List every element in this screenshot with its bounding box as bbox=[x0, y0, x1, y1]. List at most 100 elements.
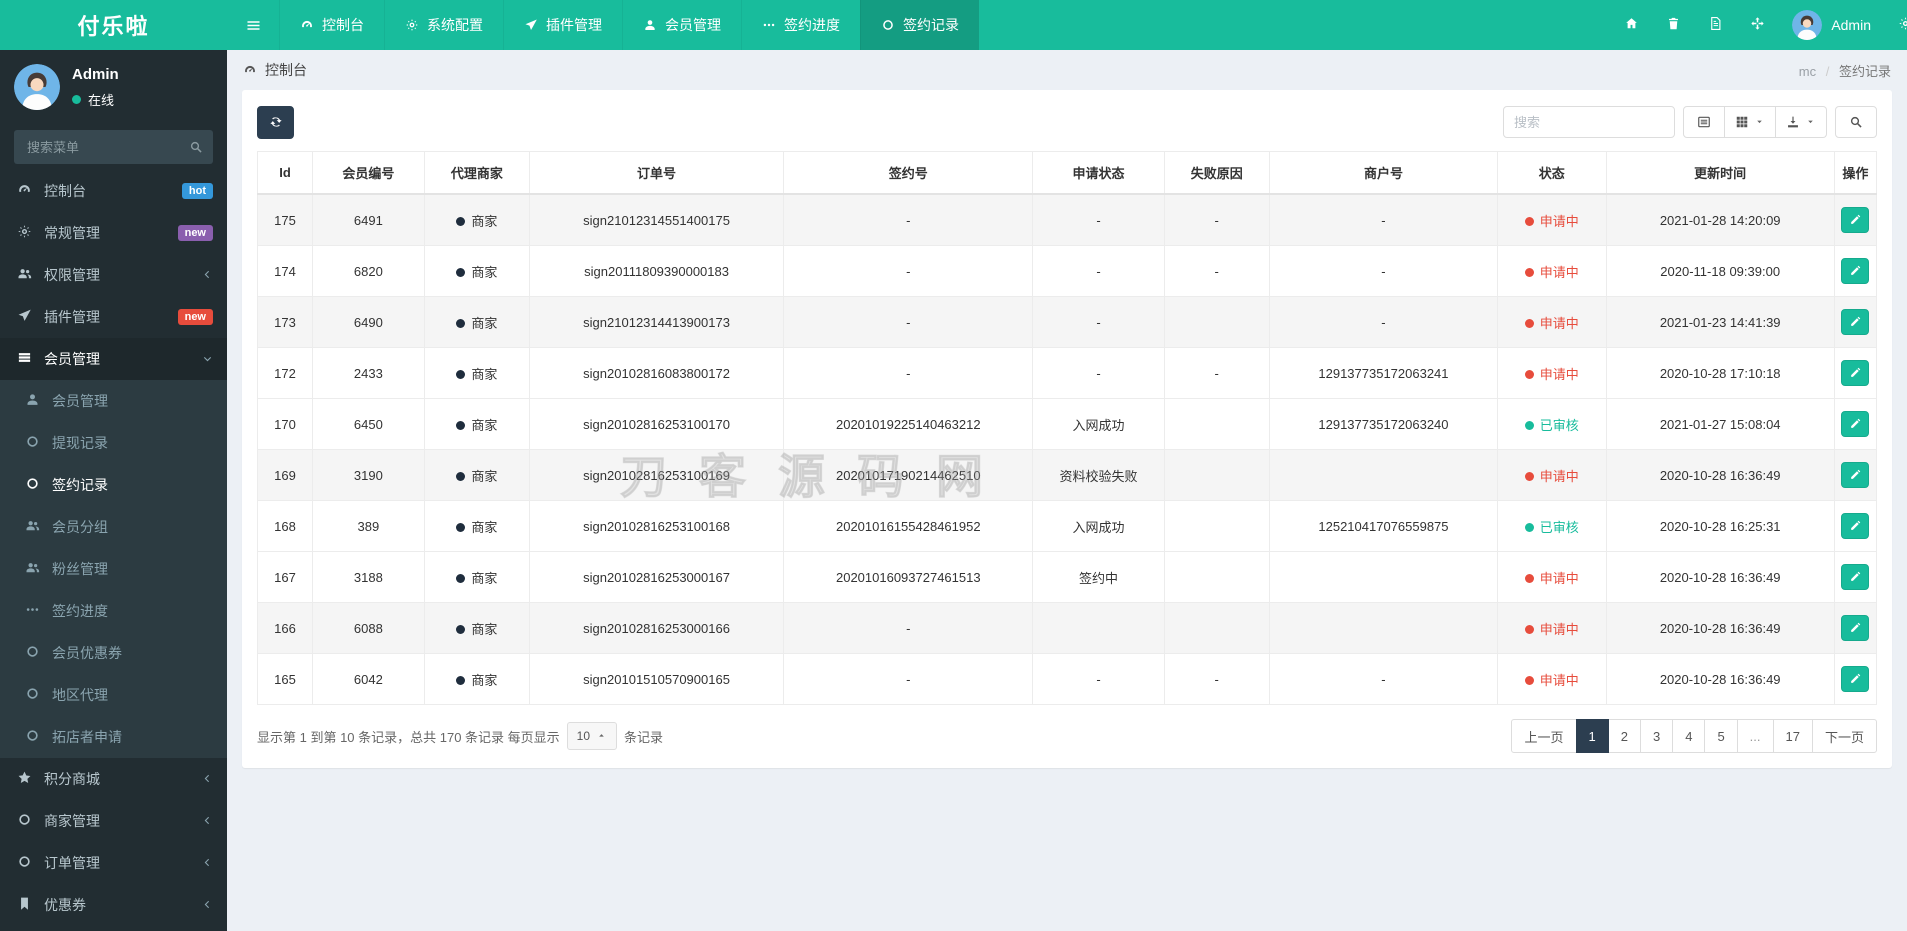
edit-button[interactable] bbox=[1841, 564, 1870, 590]
status-dot-icon bbox=[1524, 216, 1534, 226]
sidebar-item[interactable]: 权限管理 bbox=[0, 254, 227, 296]
trash-icon[interactable] bbox=[1666, 16, 1681, 33]
sidebar-subitem-label: 提现记录 bbox=[52, 435, 108, 451]
edit-button[interactable] bbox=[1841, 207, 1870, 233]
home-icon[interactable] bbox=[1624, 16, 1639, 33]
status-dot-icon bbox=[1524, 267, 1534, 277]
app-logo[interactable]: 付乐啦 bbox=[0, 0, 227, 50]
page-size-dropdown[interactable]: 10 bbox=[566, 722, 618, 750]
gear-icon[interactable] bbox=[1898, 16, 1907, 33]
sidebar-subitem[interactable]: 地区代理 bbox=[0, 674, 227, 716]
cell-status: 申请中 bbox=[1497, 296, 1607, 348]
sidebar-subitem[interactable]: 签约记录 bbox=[0, 464, 227, 506]
page-button[interactable]: 1 bbox=[1575, 719, 1609, 753]
table-search-input[interactable] bbox=[1503, 106, 1675, 138]
sidebar-subitem[interactable]: 拓店者申请 bbox=[0, 716, 227, 758]
next-page-button[interactable]: 下一页 bbox=[1811, 719, 1877, 753]
search-button[interactable] bbox=[1835, 106, 1877, 138]
table-row: 169 3190 商家 sign20102816253100169 2020101719… bbox=[256, 449, 1878, 501]
edit-button[interactable] bbox=[1841, 411, 1870, 437]
sidebar-item[interactable]: 常规管理 new bbox=[0, 212, 227, 254]
cell-agent: 商家 bbox=[423, 347, 530, 399]
cell-order-no: sign20101510570900165 bbox=[528, 653, 785, 705]
topnav-tab-label: 系统配置 bbox=[427, 17, 483, 33]
page-ellipsis[interactable]: ... bbox=[1736, 719, 1774, 753]
hamburger-icon[interactable] bbox=[227, 0, 279, 50]
edit-button[interactable] bbox=[1841, 360, 1870, 386]
topnav-tab-label: 会员管理 bbox=[665, 17, 721, 33]
circle-o-icon bbox=[14, 812, 34, 829]
topnav-tab[interactable]: 控制台 bbox=[279, 0, 384, 50]
table-row: 175 6491 商家 sign21012314551400175- - - - 申请中 202… bbox=[256, 193, 1878, 246]
file-icon[interactable] bbox=[1708, 16, 1723, 33]
edit-button[interactable] bbox=[1841, 258, 1870, 284]
user-menu[interactable]: Admin bbox=[1792, 10, 1871, 40]
topnav-tab[interactable]: 签约记录 bbox=[860, 0, 979, 50]
topnav-tab[interactable]: 插件管理 bbox=[503, 0, 622, 50]
sidebar-item[interactable]: 商家管理 bbox=[0, 800, 227, 842]
gear-icon bbox=[14, 224, 34, 241]
circle-o-icon bbox=[22, 644, 42, 661]
column-header: 代理商家 bbox=[423, 151, 530, 195]
edit-button[interactable] bbox=[1841, 513, 1870, 539]
pagination-bar: 显示第 1 到第 10 条记录，总共 170 条记录 每页显示 10 条记录 上… bbox=[257, 719, 1877, 753]
pagination-pages: 上一页 1 2 3 4 5... 17 下一页 bbox=[1511, 719, 1877, 753]
page-button[interactable]: 17 bbox=[1772, 719, 1813, 753]
sidebar-item[interactable]: 控制台 hot bbox=[0, 170, 227, 212]
status-dot-icon bbox=[1524, 369, 1534, 379]
page-button[interactable]: 3 bbox=[1639, 719, 1674, 753]
breadcrumb-parent[interactable]: mc bbox=[1799, 64, 1816, 79]
topnav-tab[interactable]: 签约进度 bbox=[741, 0, 860, 50]
search-icon[interactable] bbox=[189, 139, 203, 155]
cell-order-no: sign20102816083800172 bbox=[528, 347, 785, 399]
topnav-tab[interactable]: 系统配置 bbox=[384, 0, 503, 50]
edit-button[interactable] bbox=[1841, 615, 1870, 641]
column-header: 商户号 bbox=[1268, 151, 1499, 195]
sidebar-subitem[interactable]: 会员优惠券 bbox=[0, 632, 227, 674]
page-button[interactable]: 5 bbox=[1704, 719, 1738, 753]
edit-button[interactable] bbox=[1841, 462, 1870, 488]
cell-updated: 2021-01-28 14:20:09 bbox=[1605, 193, 1835, 246]
cell-updated: 2020-10-28 16:36:49 bbox=[1605, 551, 1835, 603]
cell-updated: 2020-10-28 16:36:49 bbox=[1605, 449, 1835, 501]
sidebar-subitem[interactable]: 会员管理 bbox=[0, 380, 227, 422]
people-icon bbox=[22, 560, 42, 577]
page-size-value: 10 bbox=[576, 729, 591, 743]
cell-member-no: 6042 bbox=[312, 653, 425, 705]
sidebar-subitem[interactable]: 粉丝管理 bbox=[0, 548, 227, 590]
column-header: 更新时间 bbox=[1605, 151, 1835, 195]
edit-button[interactable] bbox=[1841, 309, 1870, 335]
cell-sign-no: 20201016093727461513 bbox=[783, 551, 1034, 603]
refresh-button[interactable] bbox=[257, 105, 294, 139]
cell-fail-reason: - bbox=[1163, 347, 1270, 399]
sidebar-item[interactable]: 订单管理 bbox=[0, 842, 227, 884]
sidebar-item[interactable]: 优惠券 bbox=[0, 884, 227, 926]
sidebar-subitem[interactable]: 提现记录 bbox=[0, 422, 227, 464]
cell-order-no: sign20102816253100169 bbox=[528, 449, 785, 501]
cell-member-no: 6088 bbox=[312, 602, 425, 654]
export-view-button[interactable] bbox=[1776, 106, 1827, 138]
sidebar-search-input[interactable] bbox=[14, 130, 213, 164]
cell-member-no: 6490 bbox=[312, 296, 425, 348]
sidebar-subitem[interactable]: 签约进度 bbox=[0, 590, 227, 632]
expand-icon[interactable] bbox=[1750, 16, 1765, 33]
sidebar-item[interactable]: 会员管理 bbox=[0, 338, 227, 380]
page-button[interactable]: 2 bbox=[1607, 719, 1641, 753]
detail-list-view-button[interactable] bbox=[1683, 106, 1725, 138]
sidebar-item[interactable]: 积分商城 bbox=[0, 758, 227, 800]
sidebar-item-label: 插件管理 bbox=[44, 309, 100, 325]
topnav-tab-label: 控制台 bbox=[322, 17, 364, 33]
topnav-tab[interactable]: 会员管理 bbox=[622, 0, 741, 50]
edit-button[interactable] bbox=[1841, 666, 1870, 692]
sidebar-item[interactable]: 插件管理 new bbox=[0, 296, 227, 338]
grid-view-button[interactable] bbox=[1725, 106, 1776, 138]
sidebar-subitem[interactable]: 会员分组 bbox=[0, 506, 227, 548]
breadcrumb-left[interactable]: 控制台 bbox=[243, 60, 307, 80]
cell-merchant-no: 129137735172063240 bbox=[1268, 398, 1499, 450]
prev-page-button[interactable]: 上一页 bbox=[1511, 719, 1577, 753]
cell-agent: 商家 bbox=[423, 296, 530, 348]
agent-dot-icon bbox=[456, 522, 466, 532]
page-button[interactable]: 4 bbox=[1672, 719, 1706, 753]
person-icon bbox=[643, 17, 657, 33]
avatar[interactable] bbox=[14, 64, 60, 110]
